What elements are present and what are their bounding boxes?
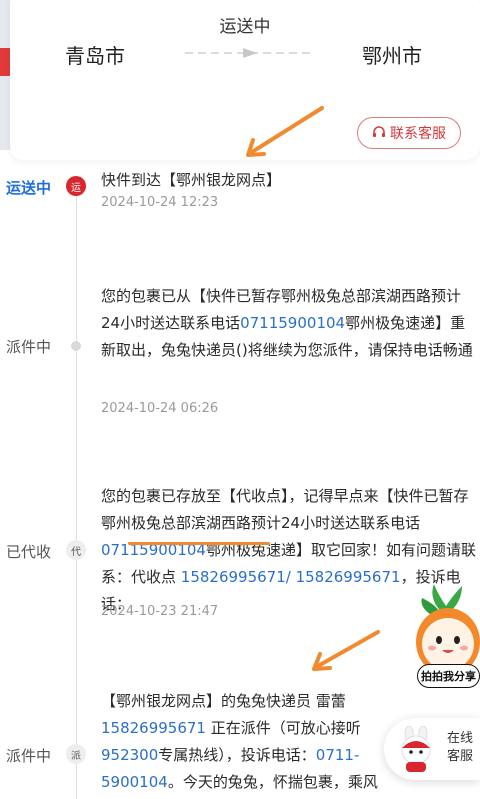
event-description: 您的包裹已从【快件已暂存鄂州极兔总部滨湖西路预计24小时送达联系电话071159… <box>101 287 473 359</box>
annotation-underline <box>128 542 270 545</box>
event-status-label: 已代收 <box>6 543 52 561</box>
event-status-label: 派件中 <box>6 338 52 356</box>
online-customer-service-button[interactable]: 在线 客服 <box>384 718 480 780</box>
destination-city: 鄂州市 <box>362 44 422 68</box>
event-status-badge: 代 <box>66 540 86 560</box>
share-button[interactable]: 拍拍我分享 <box>417 664 480 688</box>
headset-icon <box>373 126 385 137</box>
event-status-badge: 运 <box>66 176 86 196</box>
event-time: 2024-10-24 06:26 <box>101 401 219 416</box>
event-status-label: 运送中 <box>6 179 52 197</box>
phone-link[interactable]: 15826995671 <box>101 719 206 737</box>
annotation-arrow-icon <box>312 630 380 671</box>
event-status-badge: 派 <box>66 744 86 764</box>
route-arrow-icon <box>185 48 315 58</box>
event-description: 快件到达【鄂州银龙网点】 <box>101 171 282 189</box>
origin-city: 青岛市 <box>65 44 125 68</box>
rabbit-avatar-icon <box>401 726 431 772</box>
event-description: 【鄂州银龙网点】的兔兔快递员 雷蕾 15826995671 正在派件（可放心接听… <box>101 692 378 791</box>
phone-link[interactable]: 07115900104 <box>240 314 345 332</box>
event-status-label: 派件中 <box>6 747 52 765</box>
contact-customer-service-label: 联系客服 <box>390 126 446 142</box>
online-customer-service-label: 在线 客服 <box>446 731 473 764</box>
contact-customer-service-button[interactable]: 联系客服 <box>357 117 461 149</box>
timeline-line <box>76 185 77 799</box>
annotation-arrow-icon <box>246 106 324 157</box>
shipment-status-title: 运送中 <box>219 17 271 37</box>
phone-link[interactable]: 15826995671/ 15826995671 <box>181 568 401 586</box>
event-time: 2024-10-23 21:47 <box>101 604 219 619</box>
event-time: 2024-10-24 12:23 <box>101 195 219 210</box>
hotline-link[interactable]: 952300 <box>101 746 158 764</box>
event-status-dot <box>71 341 81 351</box>
